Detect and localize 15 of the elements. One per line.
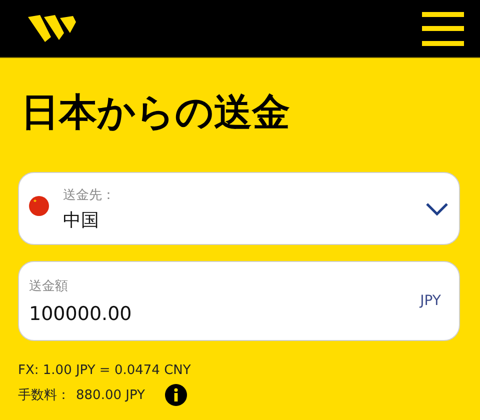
amount-label: 送金額 xyxy=(29,278,69,295)
info-icon[interactable] xyxy=(164,384,187,406)
fee-value: 880.00 JPY xyxy=(76,388,145,402)
currency-label: JPY xyxy=(420,293,441,309)
destination-dropdown[interactable]: 送金先： 中国 xyxy=(18,172,460,245)
destination-value: 中国 xyxy=(63,208,100,232)
flag-icon xyxy=(29,196,49,216)
chevron-down-icon xyxy=(425,202,449,216)
menu-button[interactable] xyxy=(422,12,464,46)
fee-label: 手数料： xyxy=(18,387,70,404)
logo-icon[interactable] xyxy=(26,12,78,44)
amount-field[interactable]: 100000.00 xyxy=(29,303,279,325)
destination-label: 送金先： xyxy=(63,186,116,204)
exchange-rate: FX: 1.00 JPY = 0.0474 CNY xyxy=(18,363,192,378)
page-title: 日本からの送金 xyxy=(21,89,291,136)
